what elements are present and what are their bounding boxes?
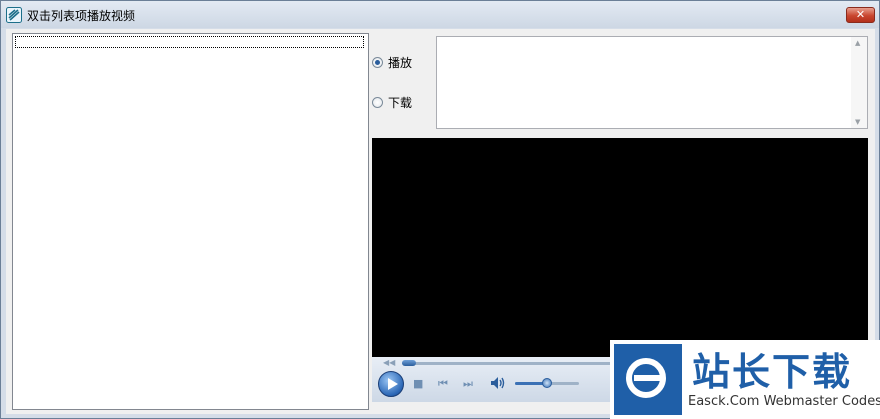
list-item[interactable]	[15, 36, 364, 48]
app-icon	[6, 7, 22, 23]
title-bar: 双击列表项播放视频 ✕	[1, 1, 879, 28]
radio-play-label: 播放	[388, 56, 413, 70]
radio-download[interactable]: 下载	[372, 94, 412, 111]
video-list[interactable]	[12, 33, 369, 410]
url-textbox[interactable]: ▲ ▼	[436, 36, 868, 129]
watermark: 站长下载 Easck.Com Webmaster Codes	[610, 340, 880, 419]
radio-download-label: 下载	[388, 96, 413, 110]
radio-download-dot[interactable]	[372, 97, 383, 108]
close-button[interactable]: ✕	[846, 7, 875, 23]
watermark-logo-icon	[614, 344, 682, 415]
watermark-en-text: Easck.Com Webmaster Codes	[688, 394, 880, 409]
volume-thumb[interactable]	[542, 378, 552, 388]
scroll-up-icon[interactable]: ▲	[855, 39, 860, 47]
close-icon: ✕	[855, 8, 866, 21]
scroll-down-icon[interactable]: ▼	[855, 118, 860, 126]
seek-thumb[interactable]	[402, 360, 416, 366]
volume-icon[interactable]	[490, 376, 506, 390]
play-button[interactable]	[378, 371, 404, 397]
radio-play[interactable]: 播放	[372, 54, 412, 71]
previous-icon[interactable]: ⏮	[438, 377, 448, 391]
window-title: 双击列表项播放视频	[27, 9, 136, 23]
radio-play-dot[interactable]	[372, 57, 383, 68]
stop-icon[interactable]: ■	[413, 377, 423, 390]
textbox-scrollbar[interactable]: ▲ ▼	[851, 37, 867, 128]
watermark-cn-text: 站长下载	[692, 350, 853, 394]
video-display[interactable]	[372, 138, 868, 357]
next-icon[interactable]: ⏭	[463, 377, 473, 391]
rewind-mini-icon[interactable]: ◀◀	[383, 358, 395, 367]
